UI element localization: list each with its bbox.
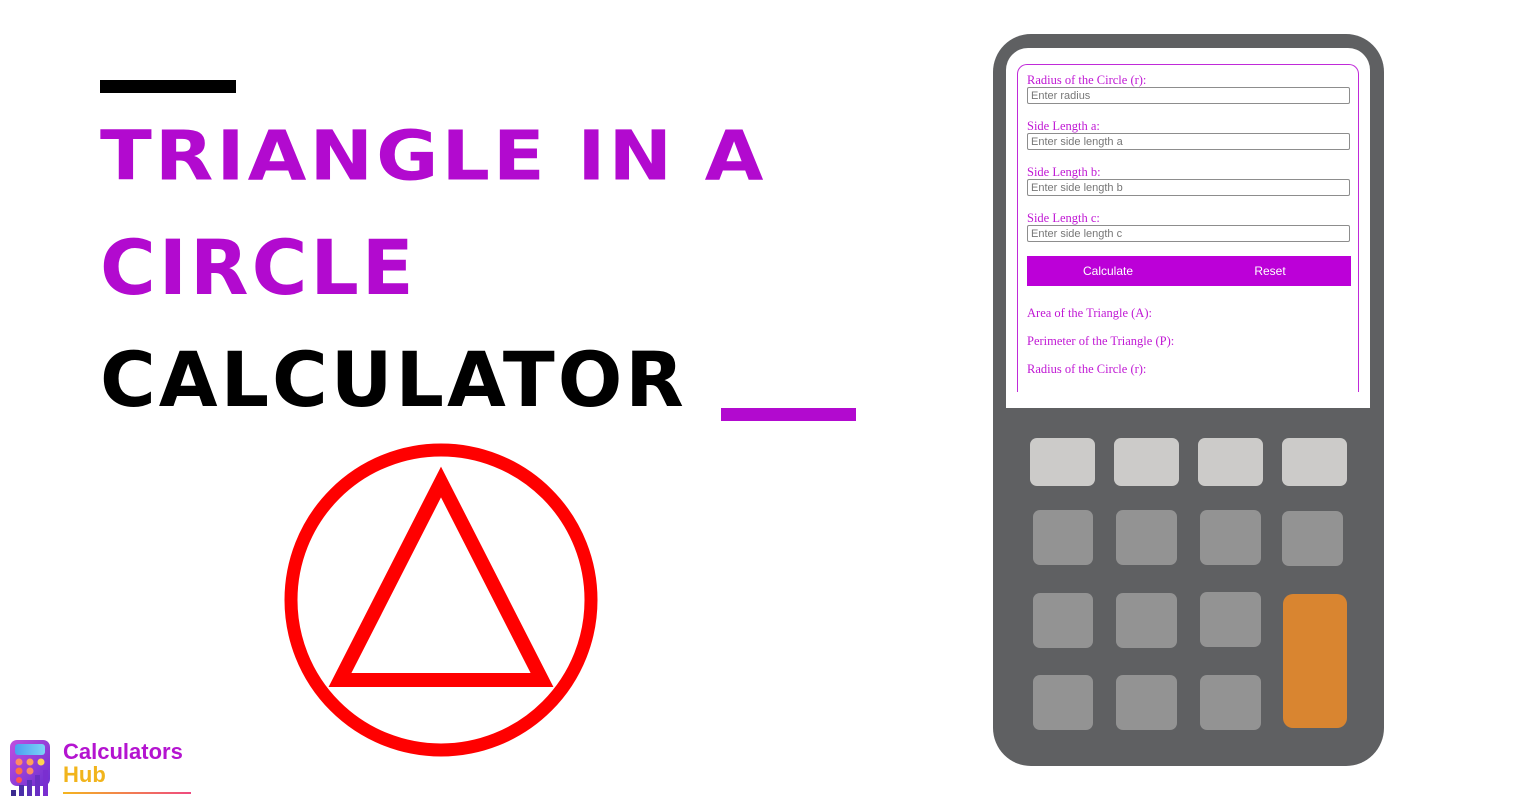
calculator-form: Radius of the Circle (r): Side Length a:… [1017, 64, 1359, 392]
calculator-key [1033, 510, 1093, 565]
title-line-3: Calculator [100, 335, 687, 424]
side-b-input[interactable] [1027, 179, 1350, 196]
area-result: Area of the Triangle (A): [1027, 306, 1152, 320]
side-a-label: Side Length a: [1027, 119, 1100, 133]
calculator-key [1116, 593, 1177, 648]
calculator-key [1200, 510, 1261, 565]
button-row: Calculate Reset [1027, 256, 1351, 286]
calculator-key [1114, 438, 1179, 486]
decorative-bottom-bar [721, 408, 856, 421]
logo-word-calculators: Calculators [63, 739, 183, 764]
calculator-key [1033, 593, 1093, 648]
decorative-top-bar [100, 80, 236, 93]
calculate-button[interactable]: Calculate [1027, 256, 1189, 286]
radius-result: Radius of the Circle (r): [1027, 362, 1147, 376]
calculator-logo-icon [10, 740, 50, 796]
calculator-key [1282, 438, 1347, 486]
calculator-key-equals [1283, 594, 1347, 728]
title-line-1: Triangle in a [100, 115, 767, 196]
triangle-in-circle-illustration [284, 443, 598, 757]
calculator-key [1030, 438, 1095, 486]
calculator-key [1200, 592, 1261, 647]
calculator-key [1033, 675, 1093, 730]
calculator-key [1198, 438, 1263, 486]
side-c-input[interactable] [1027, 225, 1350, 242]
radius-label: Radius of the Circle (r): [1027, 73, 1147, 87]
calculators-hub-logo[interactable]: Calculators Hub [6, 738, 196, 798]
side-a-input[interactable] [1027, 133, 1350, 150]
calculator-key [1200, 675, 1261, 730]
radius-input[interactable] [1027, 87, 1350, 104]
perimeter-result: Perimeter of the Triangle (P): [1027, 334, 1175, 348]
logo-underline [63, 792, 191, 794]
calculator-key [1116, 510, 1177, 565]
side-b-label: Side Length b: [1027, 165, 1101, 179]
logo-word-hub: Hub [63, 762, 106, 787]
page-title: Triangle in a Circle Calculator [100, 100, 766, 436]
reset-button[interactable]: Reset [1189, 256, 1351, 286]
title-line-2: Circle [100, 223, 417, 312]
calculator-key [1116, 675, 1177, 730]
calculator-key [1282, 511, 1343, 566]
side-c-label: Side Length c: [1027, 211, 1100, 225]
triangle-shape [328, 466, 554, 687]
